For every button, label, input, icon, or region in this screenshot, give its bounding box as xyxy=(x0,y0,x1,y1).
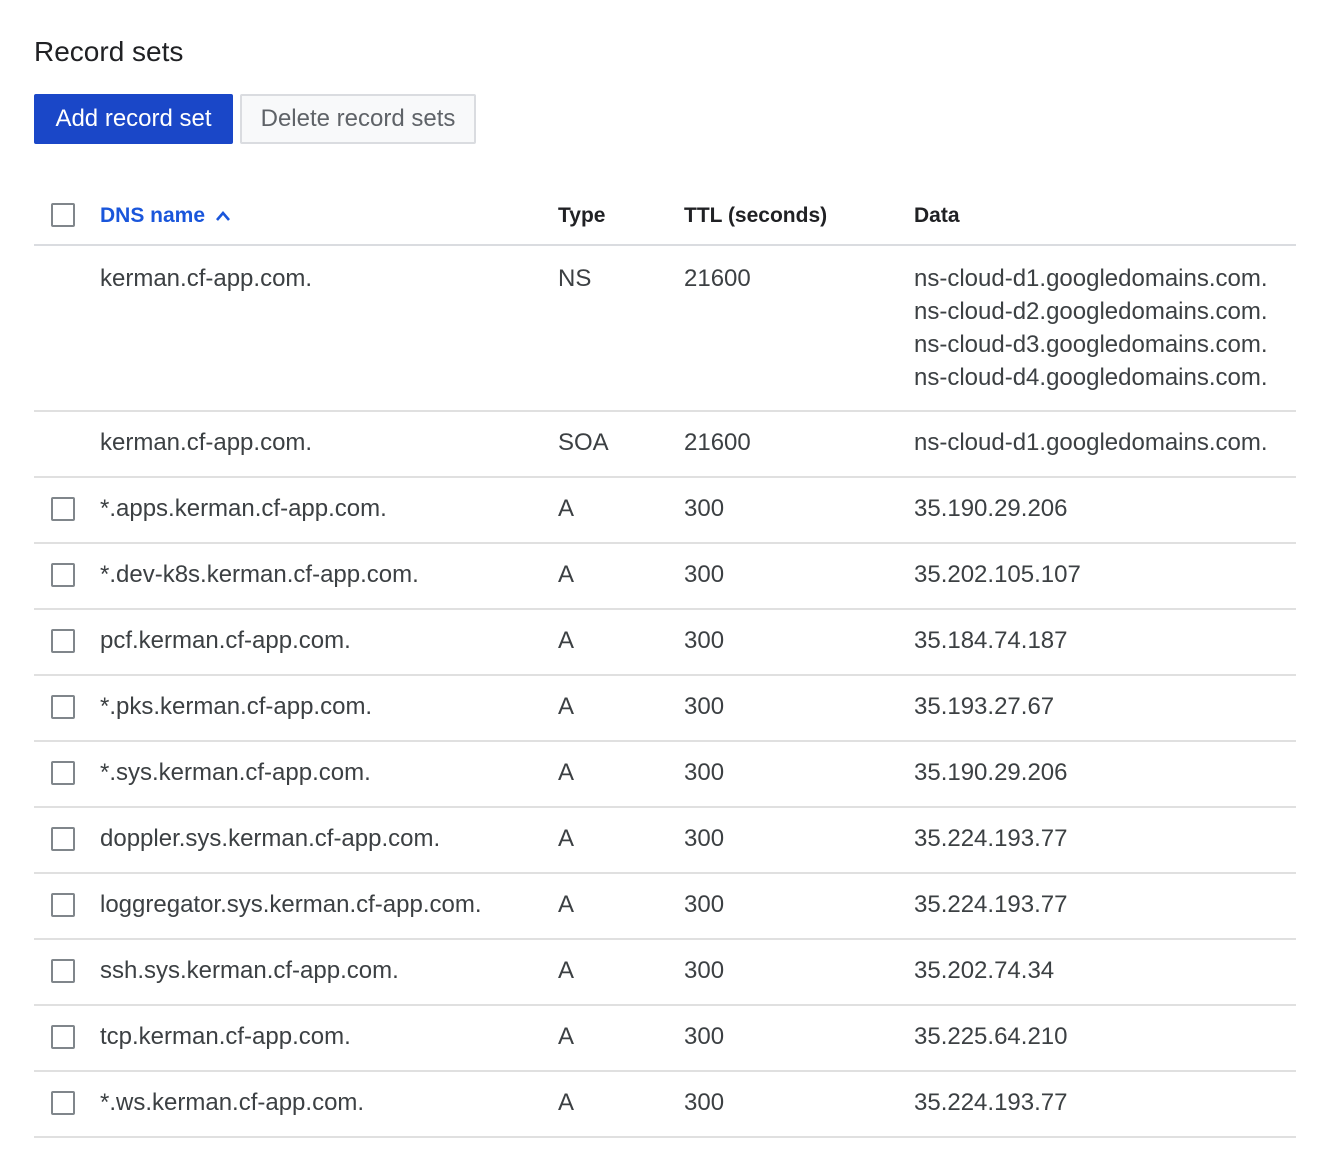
record-type: A xyxy=(558,1023,575,1050)
record-data-line: ns-cloud-d4.googledomains.com. xyxy=(914,364,1268,391)
record-ttl: 300 xyxy=(684,495,725,522)
record-data: 35.202.105.107 xyxy=(914,561,1081,588)
row-checkbox[interactable] xyxy=(51,1091,75,1115)
record-ttl: 300 xyxy=(684,1089,725,1116)
dns-name-column-header[interactable]: DNS name xyxy=(100,204,231,228)
record-ttl: 300 xyxy=(684,627,725,654)
record-name: ssh.sys.kerman.cf-app.com. xyxy=(100,957,399,984)
table-row: pcf.kerman.cf-app.com. A 300 35.184.74.1… xyxy=(34,610,1296,676)
record-name: *.ws.kerman.cf-app.com. xyxy=(100,1089,365,1116)
toolbar: Add record set Delete record sets xyxy=(34,94,476,144)
record-ttl: 300 xyxy=(684,825,725,852)
record-type: NS xyxy=(558,265,592,292)
record-name: *.sys.kerman.cf-app.com. xyxy=(100,759,371,786)
record-data: 35.202.74.34 xyxy=(914,957,1055,984)
data-column-header: Data xyxy=(914,204,960,227)
record-name: *.dev-k8s.kerman.cf-app.com. xyxy=(100,561,419,588)
page-title: Record sets xyxy=(34,36,184,67)
record-ttl: 21600 xyxy=(684,265,751,292)
type-column-header: Type xyxy=(558,204,606,227)
record-name: *.pks.kerman.cf-app.com. xyxy=(100,693,373,720)
record-type: A xyxy=(558,561,575,588)
record-type: A xyxy=(558,759,575,786)
table-row: *.sys.kerman.cf-app.com. A 300 35.190.29… xyxy=(34,742,1296,808)
record-ttl: 21600 xyxy=(684,429,751,456)
record-data: 35.190.29.206 xyxy=(914,759,1068,786)
table-row: *.apps.kerman.cf-app.com. A 300 35.190.2… xyxy=(34,478,1296,544)
record-ttl: 300 xyxy=(684,759,725,786)
record-ttl: 300 xyxy=(684,957,725,984)
row-checkbox[interactable] xyxy=(51,959,75,983)
delete-record-sets-button[interactable]: Delete record sets xyxy=(240,94,476,144)
record-data: ns-cloud-d1.googledomains.com. ns-cloud-… xyxy=(914,262,1268,394)
table-row: kerman.cf-app.com. SOA 21600 ns-cloud-d1… xyxy=(34,412,1296,478)
chevron-up-icon xyxy=(216,211,231,221)
record-type: SOA xyxy=(558,429,609,456)
record-data: ns-cloud-d1.googledomains.com. xyxy=(914,429,1268,456)
record-name: kerman.cf-app.com. xyxy=(100,429,313,456)
table-row: *.ws.kerman.cf-app.com. A 300 35.224.193… xyxy=(34,1072,1296,1138)
ttl-column-header: TTL (seconds) xyxy=(684,204,828,227)
record-name: *.apps.kerman.cf-app.com. xyxy=(100,495,387,522)
table-row: *.dev-k8s.kerman.cf-app.com. A 300 35.20… xyxy=(34,544,1296,610)
record-sets-table: DNS name Type TTL (seconds) Data kerman.… xyxy=(34,190,1296,1138)
record-type: A xyxy=(558,693,575,720)
record-type: A xyxy=(558,627,575,654)
record-name: doppler.sys.kerman.cf-app.com. xyxy=(100,825,441,852)
table-row: doppler.sys.kerman.cf-app.com. A 300 35.… xyxy=(34,808,1296,874)
row-checkbox[interactable] xyxy=(51,893,75,917)
record-type: A xyxy=(558,1089,575,1116)
record-ttl: 300 xyxy=(684,693,725,720)
record-ttl: 300 xyxy=(684,1023,725,1050)
table-row: kerman.cf-app.com. NS 21600 ns-cloud-d1.… xyxy=(34,246,1296,412)
record-type: A xyxy=(558,825,575,852)
row-checkbox[interactable] xyxy=(51,1025,75,1049)
dns-name-header-label: DNS name xyxy=(100,204,206,227)
record-type: A xyxy=(558,891,575,918)
add-record-set-button[interactable]: Add record set xyxy=(34,94,233,144)
record-data: 35.225.64.210 xyxy=(914,1023,1068,1050)
table-row: ssh.sys.kerman.cf-app.com. A 300 35.202.… xyxy=(34,940,1296,1006)
table-header: DNS name Type TTL (seconds) Data xyxy=(34,190,1296,246)
record-type: A xyxy=(558,957,575,984)
record-name: pcf.kerman.cf-app.com. xyxy=(100,627,351,654)
table-row: tcp.kerman.cf-app.com. A 300 35.225.64.2… xyxy=(34,1006,1296,1072)
record-name: kerman.cf-app.com. xyxy=(100,265,313,292)
table-row: loggregator.sys.kerman.cf-app.com. A 300… xyxy=(34,874,1296,940)
record-data-line: ns-cloud-d1.googledomains.com. xyxy=(914,265,1268,292)
table-row: *.pks.kerman.cf-app.com. A 300 35.193.27… xyxy=(34,676,1296,742)
row-checkbox[interactable] xyxy=(51,563,75,587)
record-data: 35.224.193.77 xyxy=(914,825,1068,852)
record-ttl: 300 xyxy=(684,561,725,588)
record-data-line: ns-cloud-d3.googledomains.com. xyxy=(914,331,1268,358)
record-name: tcp.kerman.cf-app.com. xyxy=(100,1023,351,1050)
row-checkbox[interactable] xyxy=(51,629,75,653)
record-data: 35.184.74.187 xyxy=(914,627,1068,654)
row-checkbox[interactable] xyxy=(51,695,75,719)
record-data: 35.193.27.67 xyxy=(914,693,1055,720)
record-name: loggregator.sys.kerman.cf-app.com. xyxy=(100,891,482,918)
record-data: 35.224.193.77 xyxy=(914,891,1068,918)
row-checkbox[interactable] xyxy=(51,827,75,851)
record-data-line: ns-cloud-d2.googledomains.com. xyxy=(914,298,1268,325)
record-data: 35.224.193.77 xyxy=(914,1089,1068,1116)
row-checkbox[interactable] xyxy=(51,497,75,521)
select-all-checkbox[interactable] xyxy=(51,203,75,227)
row-checkbox[interactable] xyxy=(51,761,75,785)
record-data: 35.190.29.206 xyxy=(914,495,1068,522)
record-ttl: 300 xyxy=(684,891,725,918)
record-type: A xyxy=(558,495,575,522)
